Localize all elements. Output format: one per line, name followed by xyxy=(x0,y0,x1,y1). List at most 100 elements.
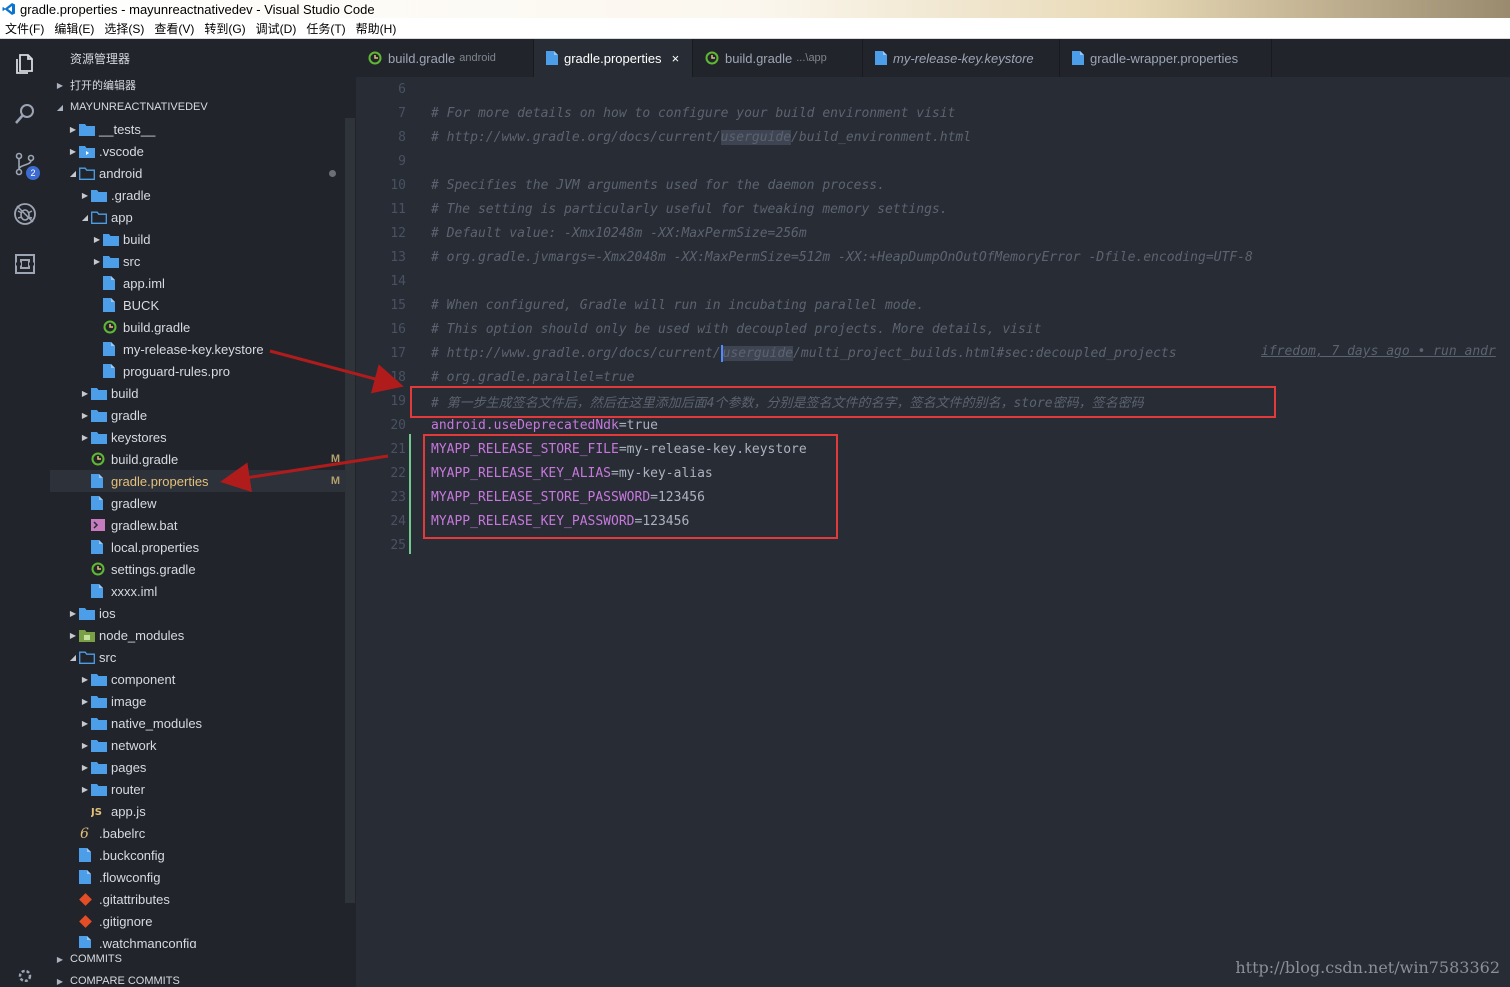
search-icon[interactable] xyxy=(0,89,50,139)
menu-file[interactable]: 文件(F) xyxy=(0,20,49,37)
menu-help[interactable]: 帮助(H) xyxy=(351,20,402,37)
code-line[interactable]: 8 # http://www.gradle.org/docs/current/us… xyxy=(356,125,1510,149)
tree-item-label: src xyxy=(99,649,117,665)
tree-item[interactable]: .gitattributes xyxy=(50,888,346,910)
chevron-right-icon: ▶ xyxy=(69,608,77,618)
code-line[interactable]: 12 # Default value: -Xmx10248m -XX:MaxPer… xyxy=(356,221,1510,245)
tree-item[interactable]: ▶ build xyxy=(50,228,346,250)
tree-item[interactable]: ▶ keystores xyxy=(50,426,346,448)
folder-icon xyxy=(79,121,97,137)
editor-tab[interactable]: my-release-key.keystore xyxy=(863,39,1060,77)
tree-item[interactable]: gradlew.bat xyxy=(50,514,346,536)
tree-item[interactable]: .buckconfig xyxy=(50,844,346,866)
file-icon xyxy=(91,473,109,489)
menu-tasks[interactable]: 任务(T) xyxy=(301,20,350,37)
gradle-icon xyxy=(91,451,109,467)
tree-item[interactable]: ▶ network xyxy=(50,734,346,756)
line-number: 20 xyxy=(390,417,406,433)
editor-tab[interactable]: gradle.properties × xyxy=(534,39,693,77)
tree-item[interactable]: settings.gradle xyxy=(50,558,346,580)
tree-item[interactable]: ▶ component xyxy=(50,668,346,690)
tree-item[interactable]: ▶ build xyxy=(50,382,346,404)
line-number: 15 xyxy=(390,297,406,313)
code-line[interactable]: 10 # Specifies the JVM arguments used for… xyxy=(356,173,1510,197)
tree-item[interactable]: .watchmanconfig xyxy=(50,932,346,948)
tree-item[interactable]: ▶ __tests__ xyxy=(50,118,346,140)
tree-item[interactable]: BUCK xyxy=(50,294,346,316)
tree-item[interactable]: ◢ app xyxy=(50,206,346,228)
tree-item[interactable]: ▶ native_modules xyxy=(50,712,346,734)
settings-gear-icon[interactable] xyxy=(0,959,50,987)
tree-item[interactable]: proguard-rules.pro xyxy=(50,360,346,382)
code-content: # org.gradle.parallel=true xyxy=(431,370,635,385)
tree-item[interactable]: build.gradle xyxy=(50,316,346,338)
tree-item[interactable]: ▶ .gradle xyxy=(50,184,346,206)
tree-item-label: pages xyxy=(111,759,147,775)
compare-commits-section[interactable]: ▶ COMPARE COMMITS xyxy=(50,970,356,987)
tree-item[interactable]: gradle.properties M xyxy=(50,470,346,492)
tree-item-label: settings.gradle xyxy=(111,561,196,577)
explorer-icon[interactable] xyxy=(0,39,50,89)
tree-item[interactable]: app.iml xyxy=(50,272,346,294)
code-line[interactable]: 17 # http://www.gradle.org/docs/current/u… xyxy=(356,341,1510,365)
tree-item[interactable]: 6 .babelrc xyxy=(50,822,346,844)
commits-section[interactable]: ▶ COMMITS xyxy=(50,948,356,970)
menu-selection[interactable]: 选择(S) xyxy=(99,20,149,37)
tree-item-label: .vscode xyxy=(99,143,144,159)
chevron-right-icon: ▶ xyxy=(56,80,64,90)
code-token: /multi_project_builds.html#sec:decoupled… xyxy=(793,345,1177,361)
extensions-icon[interactable] xyxy=(0,239,50,289)
tree-item[interactable]: ▶ image xyxy=(50,690,346,712)
code-line[interactable]: 7 # For more details on how to configure … xyxy=(356,101,1510,125)
menu-go[interactable]: 转到(G) xyxy=(199,20,250,37)
code-line[interactable]: 9 xyxy=(356,149,1510,173)
tree-item[interactable]: ▶ pages xyxy=(50,756,346,778)
menu-debug[interactable]: 调试(D) xyxy=(251,20,302,37)
line-number: 22 xyxy=(390,465,406,481)
tree-item[interactable]: ▶ gradle xyxy=(50,404,346,426)
tree-item[interactable]: ▶ .vscode xyxy=(50,140,346,162)
tree-item[interactable]: gradlew xyxy=(50,492,346,514)
gradle-icon xyxy=(368,51,382,65)
tree-item[interactable]: xxxx.iml xyxy=(50,580,346,602)
project-section[interactable]: ◢ MAYUNREACTNATIVEDEV xyxy=(50,96,356,118)
chevron-right-icon: ▶ xyxy=(81,718,89,728)
code-line[interactable]: 13 # org.gradle.jvmargs=-Xmx2048m -XX:Max… xyxy=(356,245,1510,269)
editor-tab[interactable]: build.gradle ...\app xyxy=(693,39,863,77)
tree-item[interactable]: build.gradle M xyxy=(50,448,346,470)
tree-item[interactable]: ◢ src xyxy=(50,646,346,668)
tree-item-label: component xyxy=(111,671,176,687)
menu-edit[interactable]: 编辑(E) xyxy=(49,20,99,37)
tree-item[interactable]: ▶ src xyxy=(50,250,346,272)
editor-tab[interactable]: build.gradle android xyxy=(356,39,534,77)
close-icon[interactable]: × xyxy=(672,51,680,66)
code-line[interactable]: 11 # The setting is particularly useful f… xyxy=(356,197,1510,221)
tree-item-label: app.js xyxy=(111,803,146,819)
chevron-right-icon: ▶ xyxy=(69,146,77,156)
file-icon xyxy=(91,539,109,555)
code-line[interactable]: 14 xyxy=(356,269,1510,293)
explorer-title: 资源管理器 xyxy=(70,52,131,66)
tree-item[interactable]: JS app.js xyxy=(50,800,346,822)
code-line[interactable]: 16 # This option should only be used with… xyxy=(356,317,1510,341)
tree-item[interactable]: ▶ router xyxy=(50,778,346,800)
tree-item[interactable]: .flowconfig xyxy=(50,866,346,888)
tree-item[interactable]: my-release-key.keystore xyxy=(50,338,346,360)
tree-item-label: .watchmanconfig xyxy=(99,935,197,949)
editor-tab[interactable]: gradle-wrapper.properties xyxy=(1060,39,1272,77)
chevron-right-icon: ▶ xyxy=(93,256,101,266)
code-line[interactable]: 6 xyxy=(356,77,1510,101)
tree-item-label: gradle xyxy=(111,407,148,423)
chevron-right-icon: ▶ xyxy=(81,410,89,420)
code-line[interactable]: 15 # When configured, Gradle will run in … xyxy=(356,293,1510,317)
source-control-icon[interactable]: 2 xyxy=(0,139,50,189)
tree-item[interactable]: .gitignore xyxy=(50,910,346,932)
tree-item[interactable]: local.properties xyxy=(50,536,346,558)
menu-view[interactable]: 查看(V) xyxy=(149,20,199,37)
debug-icon[interactable] xyxy=(0,189,50,239)
open-editors-section[interactable]: ▶ 打开的编辑器 xyxy=(50,74,356,96)
tree-item[interactable]: ▶ node_modules xyxy=(50,624,346,646)
code-token: http://www.gradle.org/docs/current/ xyxy=(446,345,721,361)
tree-item[interactable]: ◢ android xyxy=(50,162,346,184)
tree-item[interactable]: ▶ ios xyxy=(50,602,346,624)
